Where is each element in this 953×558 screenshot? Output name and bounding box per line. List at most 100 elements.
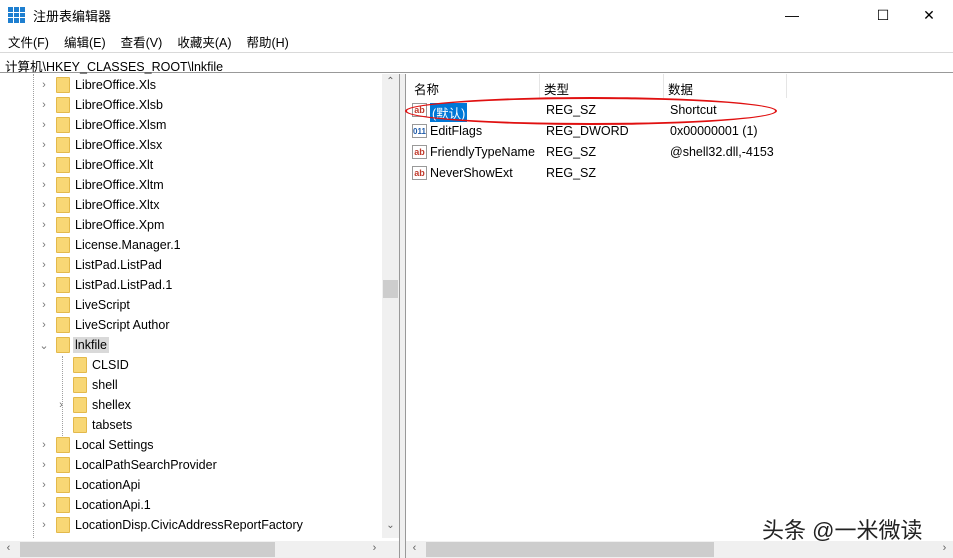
expand-icon[interactable]: › — [38, 99, 50, 111]
tree-item[interactable]: › LocationApi.1 — [0, 495, 380, 515]
folder-icon — [56, 437, 70, 453]
expand-icon[interactable]: › — [38, 499, 50, 511]
tree-item[interactable]: › LocationApi — [0, 475, 380, 495]
value-type: REG_SZ — [546, 145, 597, 159]
tree-item[interactable]: › LibreOffice.Xltm — [0, 175, 380, 195]
menu-favorites[interactable]: 收藏夹(A) — [169, 32, 238, 51]
column-type[interactable]: 类型 — [544, 79, 569, 98]
value-row[interactable]: 011 EditFlags REG_DWORD 0x00000001 (1) — [406, 121, 953, 142]
folder-icon — [56, 477, 70, 493]
tree-horizontal-scrollbar[interactable]: ‹ › — [0, 541, 399, 558]
menu-help[interactable]: 帮助(H) — [238, 32, 295, 51]
scroll-up-button[interactable]: ⌃ — [382, 76, 399, 87]
tree-item-label: LocationDisp.CivicAddressReportFactory — [75, 518, 303, 532]
value-type: REG_SZ — [546, 166, 597, 180]
expand-icon[interactable]: › — [38, 239, 50, 251]
expand-icon[interactable]: › — [38, 199, 50, 211]
expand-icon[interactable]: › — [38, 279, 50, 291]
scroll-thumb[interactable] — [383, 280, 398, 298]
expand-icon[interactable]: › — [38, 519, 50, 531]
values-pane: 名称 类型 数据 ab (默认) REG_SZ Shortcut 011 Edit… — [405, 74, 953, 558]
values-header: 名称 类型 数据 — [406, 74, 953, 98]
scroll-left-button[interactable]: ‹ — [406, 542, 423, 554]
value-row[interactable]: ab FriendlyTypeName REG_SZ @shell32.dll,… — [406, 142, 953, 163]
column-data[interactable]: 数据 — [668, 79, 693, 98]
expand-icon[interactable]: › — [38, 179, 50, 191]
tree-item[interactable]: CLSID — [0, 355, 380, 375]
expand-icon[interactable]: › — [38, 159, 50, 171]
tree-item-label: LiveScript Author — [75, 318, 170, 332]
string-value-icon: ab — [412, 145, 427, 159]
tree-item[interactable]: › LibreOffice.Xlsx — [0, 135, 380, 155]
tree-vertical-scrollbar[interactable]: ⌃ ⌄ — [382, 74, 399, 538]
expand-icon[interactable]: › — [38, 79, 50, 91]
minimize-button[interactable]: — — [769, 0, 815, 30]
regedit-icon — [8, 7, 25, 23]
tree-item[interactable]: › LibreOffice.Xpm — [0, 215, 380, 235]
expand-icon[interactable]: › — [38, 319, 50, 331]
value-row[interactable]: ab NeverShowExt REG_SZ — [406, 163, 953, 184]
tree-item[interactable]: ⌄ lnkfile — [0, 335, 380, 355]
tree-item[interactable]: › ListPad.ListPad — [0, 255, 380, 275]
tree-item-label: LiveScript — [75, 298, 130, 312]
tree-item-label: LibreOffice.Xlsb — [75, 98, 164, 112]
tree-item-label: LibreOffice.Xlt — [75, 158, 154, 172]
tree-item[interactable]: › LiveScript Author — [0, 315, 380, 335]
tree-item-label: ListPad.ListPad — [75, 258, 162, 272]
tree-item-label: shell — [92, 378, 118, 392]
tree-item[interactable]: › LibreOffice.Xlsm — [0, 115, 380, 135]
menu-file[interactable]: 文件(F) — [0, 32, 56, 51]
expand-icon[interactable]: › — [38, 119, 50, 131]
expand-icon[interactable]: › — [38, 219, 50, 231]
folder-icon — [56, 237, 70, 253]
folder-icon — [56, 117, 70, 133]
expand-icon[interactable]: › — [38, 139, 50, 151]
value-name: FriendlyTypeName — [430, 145, 535, 159]
expand-icon[interactable]: ⌄ — [38, 339, 50, 352]
string-value-icon: ab — [412, 166, 427, 180]
tree-item[interactable]: › LocationDisp.CivicAddressReportFactory — [0, 515, 380, 535]
scroll-thumb[interactable] — [426, 542, 714, 557]
value-name: NeverShowExt — [430, 166, 513, 180]
folder-icon — [56, 197, 70, 213]
tree-item[interactable]: › LibreOffice.Xlt — [0, 155, 380, 175]
menu-edit[interactable]: 编辑(E) — [56, 32, 113, 51]
tree-item-label: CLSID — [92, 358, 129, 372]
tree-item[interactable]: tabsets — [0, 415, 380, 435]
expand-icon[interactable]: › — [38, 259, 50, 271]
binary-value-icon: 011 — [412, 124, 427, 138]
scroll-thumb[interactable] — [20, 542, 275, 557]
folder-icon — [56, 457, 70, 473]
tree-item[interactable]: › LiveScript — [0, 295, 380, 315]
scroll-right-button[interactable]: › — [936, 542, 953, 554]
expand-icon[interactable]: › — [38, 479, 50, 491]
tree-item-label: LibreOffice.Xpm — [75, 218, 165, 232]
scroll-left-button[interactable]: ‹ — [0, 542, 17, 554]
close-button[interactable]: ✕ — [906, 0, 952, 30]
tree-item[interactable]: › shellex — [0, 395, 380, 415]
expand-icon[interactable]: › — [55, 399, 67, 411]
red-highlight-ellipse — [405, 97, 777, 125]
tree-item[interactable]: › LocalPathSearchProvider — [0, 455, 380, 475]
address-bar[interactable]: 计算机\HKEY_CLASSES_ROOT\lnkfile — [0, 52, 953, 74]
tree-item[interactable]: › LibreOffice.Xltx — [0, 195, 380, 215]
folder-icon — [73, 417, 87, 433]
tree-item[interactable]: › LibreOffice.Xls — [0, 75, 380, 95]
scroll-right-button[interactable]: › — [366, 542, 383, 554]
tree-item-label: License.Manager.1 — [75, 238, 181, 252]
tree-item[interactable]: › LibreOffice.Xlsb — [0, 95, 380, 115]
tree-item[interactable]: › Local Settings — [0, 435, 380, 455]
expand-icon[interactable]: › — [38, 459, 50, 471]
tree-item[interactable]: shell — [0, 375, 380, 395]
column-name[interactable]: 名称 — [414, 79, 439, 98]
tree-item-label: LibreOffice.Xltx — [75, 198, 160, 212]
tree-item[interactable]: › License.Manager.1 — [0, 235, 380, 255]
tree-item[interactable]: › ListPad.ListPad.1 — [0, 275, 380, 295]
scroll-down-button[interactable]: ⌄ — [382, 520, 399, 531]
tree-item-label: tabsets — [92, 418, 133, 432]
folder-icon — [56, 297, 70, 313]
maximize-button[interactable]: ☐ — [860, 0, 906, 30]
expand-icon[interactable]: › — [38, 439, 50, 451]
expand-icon[interactable]: › — [38, 299, 50, 311]
menu-view[interactable]: 查看(V) — [113, 32, 170, 51]
